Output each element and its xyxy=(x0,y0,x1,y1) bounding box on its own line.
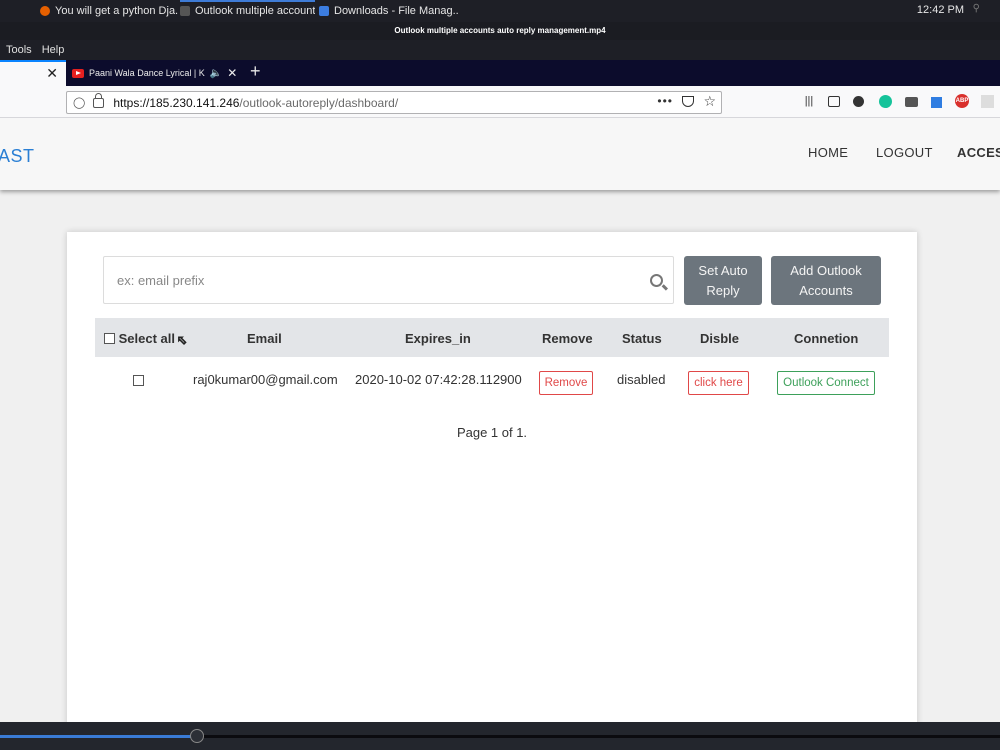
url-path: /outlook-autoreply/dashboard/ xyxy=(239,95,399,110)
url-host: https://185.230.141.246 xyxy=(113,95,240,110)
page-viewport: AST HOME LOGOUT ACCESS Set Auto Reply Ad… xyxy=(0,118,1000,722)
taskbar-task-video[interactable]: Outlook multiple account... xyxy=(180,0,315,22)
close-tab-icon[interactable]: ✕ xyxy=(227,66,237,80)
extension-2-icon[interactable] xyxy=(981,95,994,108)
menu-help[interactable]: Help xyxy=(42,44,65,56)
column-status: Status xyxy=(622,331,662,346)
site-header: AST HOME LOGOUT ACCESS xyxy=(0,118,1000,190)
browser-menubar: Tools Help xyxy=(0,40,1000,60)
pocket-icon[interactable] xyxy=(682,96,694,107)
set-auto-reply-button[interactable]: Set Auto Reply xyxy=(684,256,762,305)
tracking-shield-icon[interactable]: ◯ xyxy=(73,96,85,109)
extension-icon[interactable] xyxy=(905,97,918,107)
sidebar-icon[interactable] xyxy=(828,96,840,107)
column-disable: Disble xyxy=(700,331,740,346)
mouse-cursor-icon: ⬁ xyxy=(176,333,188,348)
taskbar-task-label: You will get a python Dja... xyxy=(55,5,178,17)
taskbar-task-label: Downloads - File Manag... xyxy=(334,5,459,17)
adblock-icon[interactable]: ABP xyxy=(955,94,969,108)
clock[interactable]: 12:42 PM xyxy=(917,4,964,16)
firefox-icon xyxy=(40,6,50,16)
disable-click-here-button[interactable]: click here xyxy=(688,371,749,395)
nav-access-link[interactable]: ACCESS xyxy=(957,145,1000,160)
desktop-taskbar: You will get a python Dja... Outlook mul… xyxy=(0,0,1000,22)
row-expires-in: 2020-10-02 07:42:28.112900 xyxy=(355,372,522,387)
close-tab-icon[interactable]: ✕ xyxy=(46,65,58,82)
row-checkbox[interactable] xyxy=(133,373,144,388)
folder-icon xyxy=(319,6,329,16)
new-tab-button[interactable]: + xyxy=(250,61,261,82)
youtube-icon xyxy=(72,68,84,78)
dashboard-card: Set Auto Reply Add Outlook Accounts Sele… xyxy=(67,232,917,722)
select-all-header: Select all xyxy=(104,331,175,346)
translate-icon[interactable] xyxy=(931,97,942,108)
row-email: raj0kumar00@gmail.com xyxy=(193,372,338,387)
tab-dashboard[interactable]: ✕ xyxy=(0,60,66,86)
lock-warning-icon[interactable] xyxy=(93,92,105,108)
table-header: Select all Email Expires_in Remove Statu… xyxy=(95,318,889,357)
taskbar-task-files[interactable]: Downloads - File Manag... xyxy=(319,0,459,22)
account-icon[interactable] xyxy=(853,96,864,107)
pagination-text: Page 1 of 1. xyxy=(456,425,528,440)
library-icon[interactable]: ||| xyxy=(802,94,816,108)
video-controls xyxy=(0,722,1000,750)
column-email: Email xyxy=(247,331,282,346)
browser-navbar: ◯ https://185.230.141.246/outlook-autore… xyxy=(0,86,1000,118)
remove-button[interactable]: Remove xyxy=(539,371,593,395)
column-connection: Connetion xyxy=(794,331,859,346)
site-brand[interactable]: AST xyxy=(0,146,35,167)
bookmark-star-icon[interactable]: ☆ xyxy=(703,93,716,110)
taskbar-task-label: Outlook multiple account... xyxy=(195,5,315,17)
search-box xyxy=(103,256,674,304)
nav-home-link[interactable]: HOME xyxy=(808,145,848,160)
video-progress xyxy=(0,735,197,738)
search-input[interactable] xyxy=(105,258,625,302)
grammarly-icon[interactable] xyxy=(879,95,892,108)
taskbar-task-python[interactable]: You will get a python Dja... xyxy=(40,0,178,22)
video-seek-handle[interactable] xyxy=(190,729,204,743)
speaker-icon[interactable]: 🔈 xyxy=(210,68,222,79)
tab-youtube[interactable]: Paani Wala Dance Lyrical | K 🔈 ✕ xyxy=(72,60,240,86)
location-pin-icon: ⚲ xyxy=(972,3,980,14)
column-expires-in: Expires_in xyxy=(405,331,471,346)
video-title: Outlook multiple accounts auto reply man… xyxy=(0,22,1000,40)
outlook-connect-button[interactable]: Outlook Connect xyxy=(777,371,875,395)
select-all-label[interactable]: Select all xyxy=(119,331,175,346)
search-icon[interactable] xyxy=(650,274,663,287)
tab-label: Paani Wala Dance Lyrical | K xyxy=(89,68,205,78)
nav-logout-link[interactable]: LOGOUT xyxy=(876,145,933,160)
url-bar[interactable]: ◯ https://185.230.141.246/outlook-autore… xyxy=(66,91,722,114)
url-text[interactable]: https://185.230.141.246/outlook-autorepl… xyxy=(113,96,398,110)
video-player-icon xyxy=(180,6,190,16)
menu-tools[interactable]: Tools xyxy=(6,44,32,56)
add-outlook-accounts-button[interactable]: Add Outlook Accounts xyxy=(771,256,881,305)
page-actions-icon[interactable]: ••• xyxy=(657,94,673,108)
select-all-checkbox[interactable] xyxy=(104,333,115,344)
column-remove: Remove xyxy=(542,331,593,346)
browser-tab-strip: ✕ Paani Wala Dance Lyrical | K 🔈 ✕ + xyxy=(0,60,1000,86)
row-status: disabled xyxy=(617,372,666,387)
